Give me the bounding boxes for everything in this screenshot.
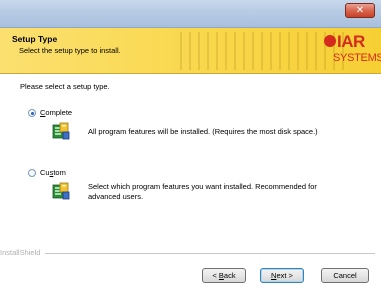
custom-radio[interactable] xyxy=(28,169,36,177)
close-button[interactable]: ✕ xyxy=(345,3,375,18)
setup-dialog: ✕ Setup Type Select the setup type to in… xyxy=(0,0,381,293)
title-bar: ✕ xyxy=(0,0,381,28)
logo-brand: IAR xyxy=(337,32,365,51)
back-button[interactable]: < Back xyxy=(202,268,246,283)
setup-package-icon xyxy=(52,122,70,140)
custom-label[interactable]: Custom xyxy=(40,168,66,177)
logo-tagline: SYSTEMS xyxy=(333,52,381,64)
next-button[interactable]: Next > xyxy=(260,268,304,283)
footer-separator xyxy=(45,253,375,254)
setup-package-icon xyxy=(52,182,70,200)
page-subtitle: Select the setup type to install. xyxy=(19,46,121,55)
header-banner: Setup Type Select the setup type to inst… xyxy=(0,28,381,74)
cancel-button[interactable]: Cancel xyxy=(321,268,369,283)
setup-prompt: Please select a setup type. xyxy=(20,82,110,91)
installshield-brand: InstallShield xyxy=(0,248,41,257)
complete-description: All program features will be installed. … xyxy=(88,127,318,136)
iar-systems-logo: IAR SYSTEMS xyxy=(323,31,381,71)
dialog-body: Please select a setup type. Complete All… xyxy=(0,75,381,247)
page-title: Setup Type xyxy=(12,34,58,44)
custom-description: Select which program features you want i… xyxy=(88,182,317,201)
complete-radio[interactable] xyxy=(28,109,36,117)
complete-label[interactable]: Complete xyxy=(40,108,72,117)
logo-dot-icon xyxy=(324,35,336,47)
